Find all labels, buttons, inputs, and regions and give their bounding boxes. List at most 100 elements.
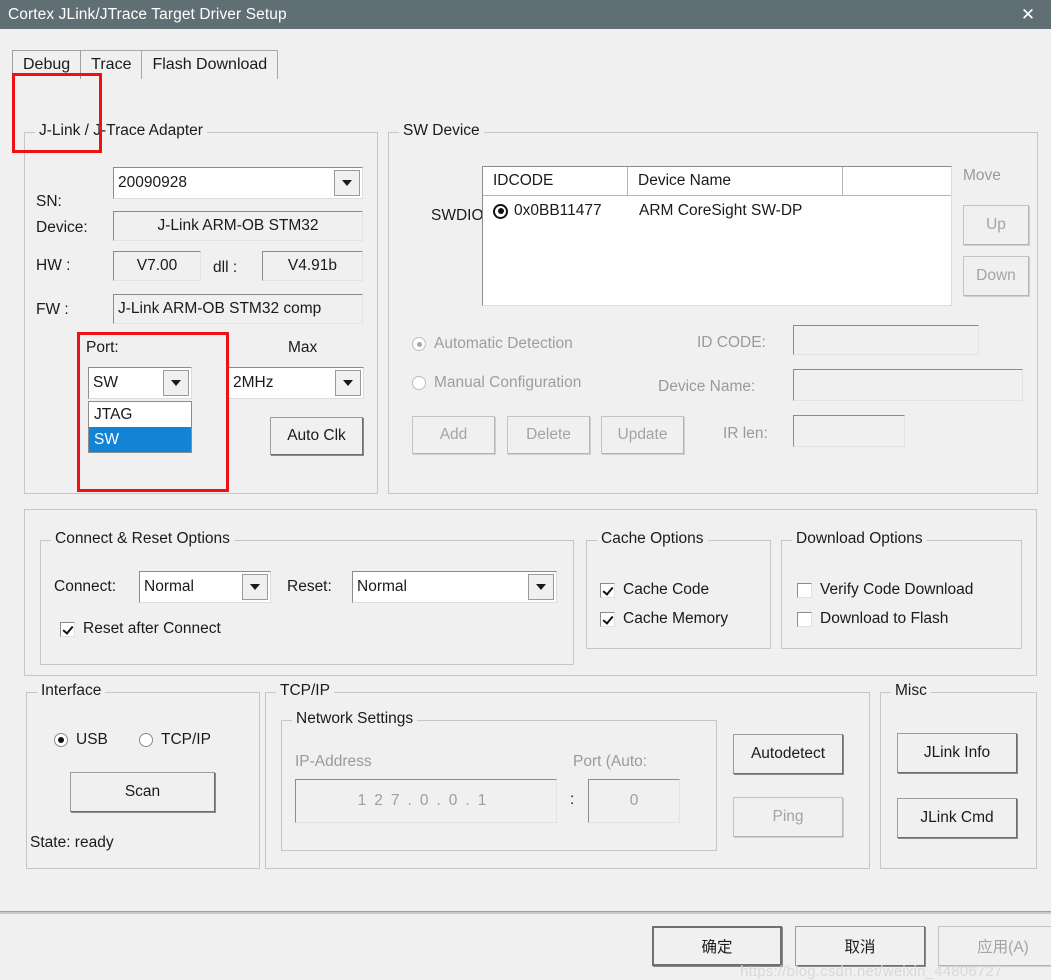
misc-group: Misc [880, 682, 1037, 869]
auto-clk-label: Auto Clk [287, 427, 346, 444]
ip-address-input[interactable]: 127 . 0 . 0 . 1 [295, 779, 557, 823]
tabstrip: Debug Trace Flash Download [12, 47, 279, 79]
chevron-down-icon[interactable] [163, 370, 189, 396]
add-button[interactable]: Add [412, 416, 495, 454]
ip-dot-1: . [407, 792, 420, 809]
cache-options-legend: Cache Options [597, 530, 708, 548]
id-code-label: ID CODE: [697, 334, 766, 351]
verify-code-download-label: Verify Code Download [820, 581, 974, 598]
tab-flash-download-label: Flash Download [152, 56, 268, 73]
manual-configuration-label: Manual Configuration [434, 374, 582, 391]
ir-len-input[interactable] [793, 415, 905, 447]
ip-octet-4: 1 [477, 792, 495, 809]
apply-button[interactable]: 应用(A) [938, 926, 1051, 966]
tab-trace[interactable]: Trace [80, 50, 143, 79]
cache-code-checkbox[interactable]: Cache Code [600, 581, 709, 599]
watermark-text: https://blog.csdn.net/weixin_44806727 [740, 963, 1003, 980]
table-row[interactable]: 0x0BB11477 ARM CoreSight SW-DP [483, 196, 951, 226]
ok-button[interactable]: 确定 [652, 926, 782, 966]
port-dropdown-list[interactable]: JTAG SW [88, 401, 192, 453]
chevron-down-icon[interactable] [334, 170, 360, 196]
cell-device-name: ARM CoreSight SW-DP [639, 202, 803, 219]
download-options-legend: Download Options [792, 530, 927, 548]
sn-value: 20090928 [118, 174, 187, 191]
scan-label: Scan [124, 783, 161, 800]
chevron-down-icon[interactable] [335, 370, 361, 396]
download-to-flash-checkbox[interactable]: Download to Flash [797, 610, 948, 628]
port-combo[interactable]: SW [88, 367, 192, 399]
automatic-detection-label: Automatic Detection [434, 335, 573, 352]
update-button[interactable]: Update [601, 416, 684, 454]
tcpip-port-separator: : [570, 791, 575, 808]
max-clock-value: 2MHz [233, 374, 274, 391]
device-name-input[interactable] [793, 369, 1023, 401]
move-down-button[interactable]: Down [963, 256, 1029, 296]
radio-indicator [412, 376, 426, 390]
sn-label: SN: [36, 193, 62, 210]
interface-usb-radio[interactable]: USB [54, 731, 108, 749]
port-option-sw[interactable]: SW [89, 427, 191, 452]
tcpip-port-input[interactable]: 0 [588, 779, 680, 823]
misc-legend: Misc [891, 682, 931, 700]
autodetect-label: Autodetect [750, 745, 826, 762]
cell-idcode: 0x0BB11477 [514, 202, 602, 219]
close-icon[interactable]: ✕ [1005, 0, 1051, 29]
max-clock-combo[interactable]: 2MHz [228, 367, 364, 399]
jlink-info-button[interactable]: JLink Info [897, 733, 1017, 773]
interface-legend: Interface [37, 682, 106, 700]
ping-button[interactable]: Ping [733, 797, 843, 837]
autodetect-button[interactable]: Autodetect [733, 734, 843, 774]
dll-label: dll : [213, 259, 238, 276]
manual-configuration-radio[interactable]: Manual Configuration [412, 374, 581, 392]
ping-label: Ping [772, 808, 804, 825]
ip-octet-2: 0 [419, 792, 437, 809]
cancel-button[interactable]: 取消 [795, 926, 925, 966]
move-up-label: Up [986, 216, 1006, 233]
sw-device-table[interactable]: IDCODE Device Name 0x0BB11477 ARM CoreSi… [482, 166, 952, 306]
dialog-body: Debug Trace Flash Download J-Link / J-Tr… [0, 29, 1051, 980]
reset-after-connect-checkbox[interactable]: Reset after Connect [60, 620, 221, 638]
reset-label: Reset: [287, 578, 332, 595]
download-to-flash-label: Download to Flash [820, 610, 949, 627]
update-label: Update [617, 426, 668, 443]
checkbox-indicator [600, 611, 615, 627]
connect-label: Connect: [54, 578, 117, 595]
window-title: Cortex JLink/JTrace Target Driver Setup [8, 5, 287, 23]
cache-memory-label: Cache Memory [623, 610, 729, 627]
id-code-input[interactable] [793, 325, 979, 355]
connect-reset-legend: Connect & Reset Options [51, 530, 234, 548]
network-settings-legend: Network Settings [292, 710, 418, 728]
tab-flash-download[interactable]: Flash Download [141, 50, 279, 79]
jlink-cmd-button[interactable]: JLink Cmd [897, 798, 1017, 838]
delete-button[interactable]: Delete [507, 416, 590, 454]
hw-label: HW : [36, 257, 71, 274]
target-icon [493, 203, 508, 219]
hw-value-field: V7.00 [113, 251, 201, 281]
chevron-down-icon[interactable] [528, 574, 554, 600]
checkbox-indicator [797, 611, 812, 627]
interface-tcpip-radio[interactable]: TCP/IP [139, 731, 211, 749]
automatic-detection-radio[interactable]: Automatic Detection [412, 335, 573, 353]
column-header-extra [843, 167, 951, 195]
reset-after-connect-label: Reset after Connect [83, 620, 221, 637]
radio-indicator [139, 733, 153, 747]
cache-memory-checkbox[interactable]: Cache Memory [600, 610, 728, 628]
footer-divider [0, 911, 1051, 914]
radio-indicator [412, 337, 426, 351]
auto-clk-button[interactable]: Auto Clk [270, 417, 363, 455]
fw-value: J-Link ARM-OB STM32 comp [118, 300, 322, 317]
reset-combo[interactable]: Normal [352, 571, 557, 603]
tab-debug[interactable]: Debug [12, 50, 82, 79]
verify-code-download-checkbox[interactable]: Verify Code Download [797, 581, 973, 599]
dll-value-field: V4.91b [262, 251, 363, 281]
chevron-down-icon[interactable] [242, 574, 268, 600]
max-label: Max [288, 339, 318, 356]
connect-combo[interactable]: Normal [139, 571, 271, 603]
scan-button[interactable]: Scan [70, 772, 215, 812]
device-name-label: Device Name: [658, 378, 756, 395]
sn-combo[interactable]: 20090928 [113, 167, 363, 199]
add-label: Add [439, 426, 468, 443]
port-option-jtag[interactable]: JTAG [89, 402, 191, 427]
hw-value: V7.00 [136, 257, 178, 274]
move-up-button[interactable]: Up [963, 205, 1029, 245]
